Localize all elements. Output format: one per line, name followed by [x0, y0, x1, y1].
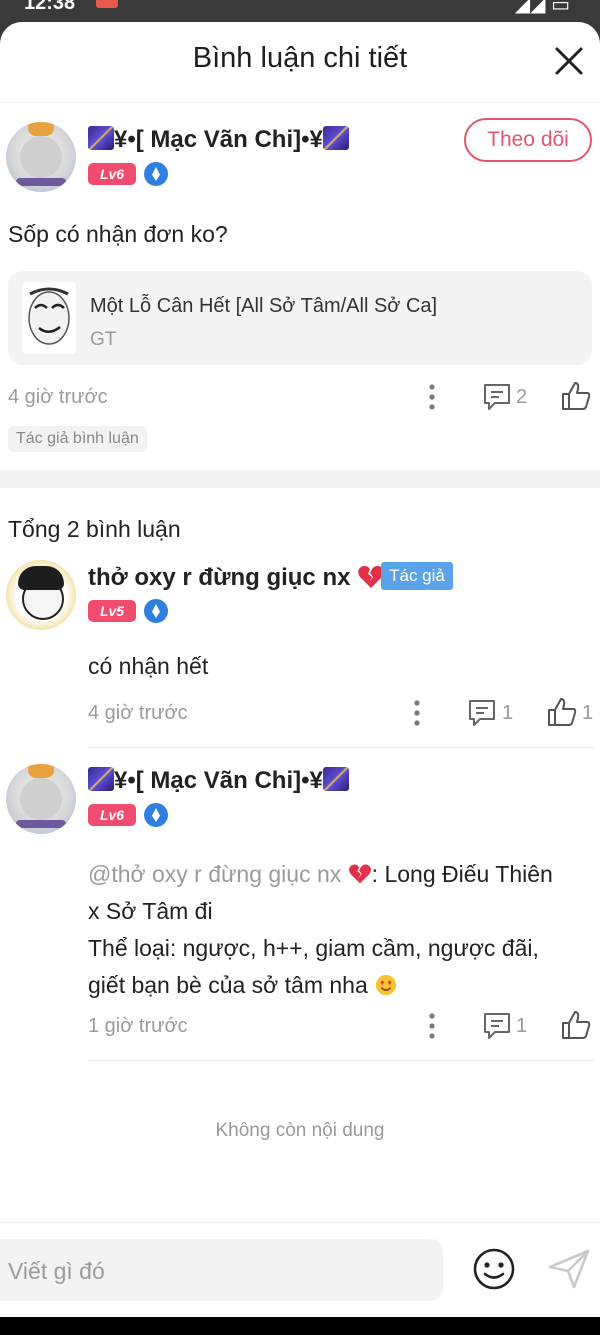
- reply-author[interactable]: thở oxy r đừng giục nx: [88, 564, 385, 592]
- mention-link[interactable]: @thở oxy r đừng giục nx: [88, 861, 341, 887]
- divider: [88, 1060, 594, 1061]
- reply-text-part: giết bạn bè của sở tâm nha: [88, 972, 368, 998]
- work-tag: GT: [90, 329, 117, 350]
- comment-detail-sheet: Bình luận chi tiết ¥•[ Mạc Vãn Chi]•¥ Lv…: [0, 22, 600, 1317]
- comment-text: Sốp có nhận đơn ko?: [8, 221, 228, 247]
- reply-icon[interactable]: [482, 382, 512, 412]
- more-options-icon[interactable]: [422, 1011, 442, 1041]
- verified-icon: [144, 599, 168, 623]
- avatar[interactable]: [6, 560, 76, 630]
- status-time: 12:38: [24, 0, 76, 14]
- reply-text: có nhận hết: [88, 653, 209, 679]
- author-comment-chip: Tác giả bình luận: [8, 426, 147, 452]
- username-text: ¥•[ Mạc Vãn Chi]•¥: [114, 767, 323, 794]
- work-thumbnail: [22, 282, 76, 354]
- emoji-icon[interactable]: [472, 1247, 516, 1291]
- meme-face-icon: [28, 287, 70, 345]
- star-emoji-icon: [322, 767, 349, 791]
- close-icon[interactable]: [552, 44, 586, 78]
- section-separator: [0, 470, 600, 488]
- send-icon[interactable]: [546, 1247, 592, 1291]
- broken-heart-icon: [348, 864, 371, 884]
- status-indicators: ◢◢ ▭: [514, 0, 570, 16]
- avatar-face: [20, 136, 62, 178]
- reply-count: 2: [516, 386, 528, 408]
- crown-icon: [28, 764, 54, 778]
- reply-line: x Sở Tâm đi: [88, 898, 213, 924]
- total-comments: Tổng 2 bình luận: [8, 516, 181, 542]
- reply-icon[interactable]: [467, 698, 497, 728]
- level-badge: Lv6: [88, 804, 136, 826]
- avatar[interactable]: [6, 122, 76, 192]
- reply-icon[interactable]: [482, 1011, 512, 1041]
- reply-text-part: : Long Điếu Thiên: [371, 861, 553, 887]
- end-of-list-text: Không còn nội dung: [215, 1120, 385, 1141]
- reply-time: 1 giờ trước: [88, 1015, 188, 1037]
- level-badge: Lv5: [88, 600, 136, 622]
- like-icon[interactable]: [560, 380, 592, 412]
- more-options-icon[interactable]: [407, 698, 427, 728]
- level-badge: Lv6: [88, 163, 136, 185]
- comment-composer: [0, 1222, 600, 1317]
- system-nav-bar: [0, 1317, 600, 1335]
- reply-author[interactable]: ¥•[ Mạc Vãn Chi]•¥: [88, 767, 349, 795]
- reply-count: 1: [502, 702, 514, 724]
- comment-author[interactable]: ¥•[ Mạc Vãn Chi]•¥: [88, 126, 349, 154]
- reply-line: giết bạn bè của sở tâm nha: [88, 967, 594, 1004]
- divider: [88, 747, 594, 748]
- heart-eyes-emoji-icon: [376, 974, 397, 996]
- header: Bình luận chi tiết: [0, 22, 600, 103]
- notification-icon: [96, 0, 118, 8]
- follow-button[interactable]: Theo dõi: [464, 118, 592, 162]
- username-text: ¥•[ Mạc Vãn Chi]•¥: [114, 126, 323, 153]
- star-emoji-icon: [88, 767, 114, 791]
- verified-icon: [144, 162, 168, 186]
- avatar[interactable]: [6, 764, 76, 834]
- avatar-hair: [18, 566, 64, 590]
- author-badge: Tác giả: [381, 562, 453, 590]
- comment-time: 4 giờ trước: [8, 386, 108, 408]
- reply-count: 1: [516, 1015, 528, 1037]
- reply-line: @thở oxy r đừng giục nx : Long Điếu Thiê…: [88, 856, 594, 893]
- reply-time: 4 giờ trước: [88, 702, 188, 724]
- avatar-frame-tag: [16, 820, 66, 828]
- star-emoji-icon: [322, 126, 349, 150]
- verified-icon: [144, 803, 168, 827]
- more-options-icon[interactable]: [422, 382, 442, 412]
- page-title: Bình luận chi tiết: [192, 42, 408, 74]
- avatar-frame-tag: [16, 178, 66, 186]
- status-bar: 12:38 ◢◢ ▭: [0, 0, 600, 22]
- work-title: Một Lỗ Cân Hết [All Sở Tâm/All Sở Ca]: [90, 295, 438, 317]
- like-count: 1: [582, 702, 594, 724]
- reply-line: Thể loại: ngược, h++, giam cầm, ngược đã…: [88, 935, 539, 961]
- like-icon[interactable]: [560, 1009, 592, 1041]
- crown-icon: [28, 122, 54, 136]
- username-text: thở oxy r đừng giục nx: [88, 564, 351, 591]
- reply-text: @thở oxy r đừng giục nx : Long Điếu Thiê…: [88, 856, 594, 1004]
- like-icon[interactable]: [546, 696, 578, 728]
- linked-work-card[interactable]: Một Lỗ Cân Hết [All Sở Tâm/All Sở Ca] GT: [8, 271, 592, 365]
- avatar-face: [20, 778, 62, 820]
- star-emoji-icon: [88, 126, 114, 150]
- comment-input[interactable]: [0, 1239, 430, 1303]
- comment-input-wrapper[interactable]: [0, 1239, 443, 1303]
